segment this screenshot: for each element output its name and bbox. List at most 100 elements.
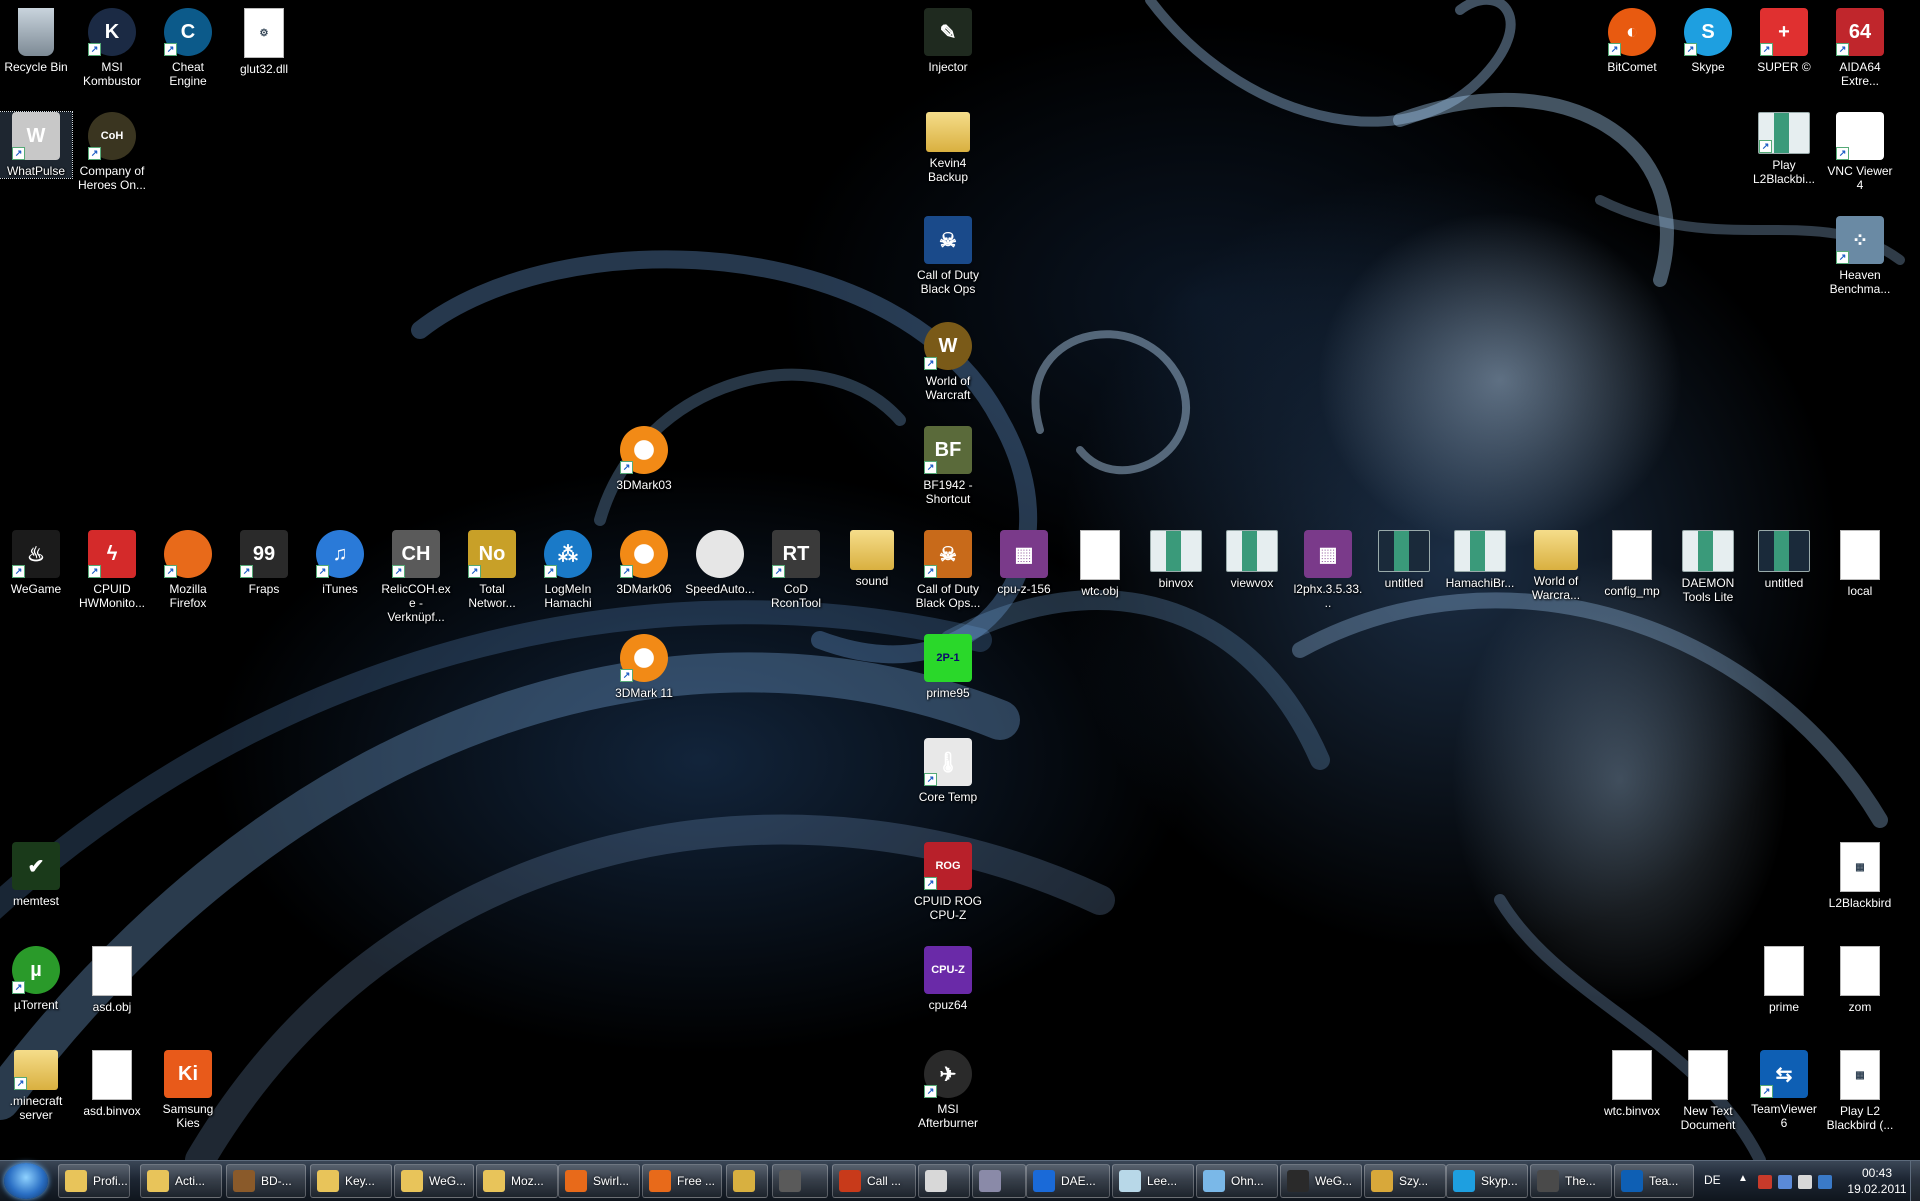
taskbar-button-label: BD-...: [261, 1174, 292, 1188]
desktop-icon-injector[interactable]: ✎ Injector: [912, 8, 984, 74]
show-desktop-button[interactable]: [1910, 1161, 1920, 1201]
desktop-icon-teamviewer[interactable]: ⇆ ↗ TeamViewer 6: [1748, 1050, 1820, 1130]
desktop-icon-aida64[interactable]: 64 ↗ AIDA64 Extre...: [1824, 8, 1896, 88]
taskbar-button-skyp[interactable]: Skyp...: [1446, 1164, 1528, 1198]
desktop-icon-super[interactable]: + ↗ SUPER ©: [1748, 8, 1820, 74]
desktop-icon-binvox[interactable]: binvox: [1140, 530, 1212, 590]
taskbar-button-free[interactable]: Free ...: [642, 1164, 722, 1198]
desktop-icon-play-l2blackbird[interactable]: ↗ Play L2Blackbi...: [1748, 112, 1820, 186]
taskbar-button-weg[interactable]: WeG...: [394, 1164, 474, 1198]
taskbar-button-calc[interactable]: [918, 1164, 970, 1198]
desktop-icon-core-temp[interactable]: 🌡 ↗ Core Temp: [912, 738, 984, 804]
desktop-icon-3dmark11[interactable]: ↗ 3DMark 11: [608, 634, 680, 700]
desktop-icon-utorrent[interactable]: µ ↗ µTorrent: [0, 946, 72, 1012]
taskbar-button-lee[interactable]: Lee...: [1112, 1164, 1194, 1198]
desktop-icon-play-l2-blackbird[interactable]: ▦ Play L2 Blackbird (...: [1824, 1050, 1896, 1132]
desktop-icon-cheat-engine[interactable]: C ↗ Cheat Engine: [152, 8, 224, 88]
network-icon[interactable]: [1778, 1175, 1792, 1189]
taskbar-button-dae[interactable]: DAE...: [1026, 1164, 1110, 1198]
desktop-icon-hamachibr[interactable]: HamachiBr...: [1444, 530, 1516, 590]
desktop-icon-wegame[interactable]: ♨ ↗ WeGame: [0, 530, 72, 596]
desktop-icon-asd-obj[interactable]: asd.obj: [76, 946, 148, 1014]
taskbar-button-key[interactable]: Key...: [310, 1164, 392, 1198]
desktop-icon-skype[interactable]: S ↗ Skype: [1672, 8, 1744, 74]
start-button[interactable]: [4, 1163, 48, 1199]
desktop-icon-speedauto[interactable]: SpeedAuto...: [684, 530, 756, 596]
desktop-icon-company-of-heroes[interactable]: CoH ↗ Company of Heroes On...: [76, 112, 148, 192]
desktop-icon-3dmark03[interactable]: ↗ 3DMark03: [608, 426, 680, 492]
desktop-icon-label: 3DMark03: [616, 478, 672, 492]
desktop-icon-untitled-1[interactable]: untitled: [1368, 530, 1440, 590]
tray-app-icon[interactable]: [1818, 1175, 1832, 1189]
taskbar-button-bd[interactable]: BD-...: [226, 1164, 306, 1198]
desktop-icon-label: iTunes: [322, 582, 358, 596]
desktop-icon-prime[interactable]: prime: [1748, 946, 1820, 1014]
desktop-icon-mozilla-firefox[interactable]: ↗ Mozilla Firefox: [152, 530, 224, 610]
desktop-icon-world-of-warcraft[interactable]: W ↗ World of Warcraft: [912, 322, 984, 402]
desktop-icon-prime95[interactable]: 2P-1 prime95: [912, 634, 984, 700]
taskbar-button-weg2[interactable]: WeG...: [1280, 1164, 1362, 1198]
firefox-icon: [649, 1170, 671, 1192]
desktop-icon-new-text-document[interactable]: New Text Document: [1672, 1050, 1744, 1132]
desktop-icon-bf1942[interactable]: BF ↗ BF1942 - Shortcut: [912, 426, 984, 506]
taskbar-button-call[interactable]: Call ...: [832, 1164, 916, 1198]
desktop-icon-local[interactable]: local: [1824, 530, 1896, 598]
desktop[interactable]: Recycle Bin K ↗ MSI Kombustor C ↗ Cheat Engine…: [0, 0, 1920, 1160]
desktop-icon-cpu-z-156[interactable]: ▦ cpu-z-156: [988, 530, 1060, 596]
desktop-icon-cod-black-ops-2[interactable]: ☠ ↗ Call of Duty Black Ops...: [912, 530, 984, 610]
desktop-icon-sound[interactable]: sound: [836, 530, 908, 588]
desktop-icon-wtc-obj[interactable]: wtc.obj: [1064, 530, 1136, 598]
taskbar-button-acti[interactable]: Acti...: [140, 1164, 222, 1198]
desktop-icon-world-of-warcra-folder[interactable]: World of Warcra...: [1520, 530, 1592, 602]
desktop-icon-l2phx[interactable]: ▦ l2phx.3.5.33...: [1292, 530, 1364, 610]
desktop-icon-whatpulse[interactable]: W ↗ WhatPulse: [0, 111, 73, 179]
desktop-icon-total-network[interactable]: No ↗ Total Networ...: [456, 530, 528, 610]
desktop-icon-label: zom: [1848, 1000, 1872, 1014]
desktop-icon-kevin4-backup[interactable]: Kevin4 Backup: [912, 112, 984, 184]
desktop-icon-itunes[interactable]: ♫ ↗ iTunes: [304, 530, 376, 596]
desktop-icon-untitled-2[interactable]: untitled: [1748, 530, 1820, 590]
desktop-icon-cpuid-rog-cpuz[interactable]: ROG ↗ CPUID ROG CPU-Z: [912, 842, 984, 922]
desktop-icon-cpuz64[interactable]: CPU-Z cpuz64: [912, 946, 984, 1012]
desktop-icon-glut32-dll[interactable]: ⚙ glut32.dll: [228, 8, 300, 76]
taskbar-button-ohn[interactable]: Ohn...: [1196, 1164, 1278, 1198]
desktop-icon-l2blackbird[interactable]: ▦ L2Blackbird: [1824, 842, 1896, 910]
language-indicator[interactable]: DE: [1704, 1173, 1721, 1187]
desktop-icon-minecraft-server[interactable]: ↗ .minecraft server: [0, 1050, 72, 1122]
desktop-icon-config-mp[interactable]: config_mp: [1596, 530, 1668, 598]
taskbar-button-tea[interactable]: Tea...: [1614, 1164, 1694, 1198]
desktop-icon-wtc-binvox[interactable]: wtc.binvox: [1596, 1050, 1668, 1118]
taskbar-button-moz[interactable]: Moz...: [476, 1164, 558, 1198]
desktop-icon-reliccoh[interactable]: CH ↗ RelicCOH.exe - Verknüpf...: [380, 530, 452, 624]
desktop-icon-fraps[interactable]: 99 ↗ Fraps: [228, 530, 300, 596]
show-hidden-icons-arrow-icon[interactable]: ▲: [1738, 1173, 1748, 1184]
desktop-icon-asd-binvox[interactable]: asd.binvox: [76, 1050, 148, 1118]
desktop-icon-msi-afterburner[interactable]: ✈ ↗ MSI Afterburner: [912, 1050, 984, 1130]
desktop-icon-cpuid-hwmonitor[interactable]: ϟ ↗ CPUID HWMonito...: [76, 530, 148, 610]
taskbar-button-szy[interactable]: Szy...: [1364, 1164, 1446, 1198]
clock[interactable]: 00:43 19.02.2011: [1842, 1165, 1912, 1197]
volume-icon[interactable]: [1798, 1175, 1812, 1189]
action-center-flag-icon[interactable]: [1758, 1175, 1772, 1189]
taskbar-button-fallout[interactable]: [726, 1164, 768, 1198]
desktop-icon-3dmark06[interactable]: ↗ 3DMark06: [608, 530, 680, 596]
desktop-icon-viewvox[interactable]: viewvox: [1216, 530, 1288, 590]
desktop-icon-zom[interactable]: zom: [1824, 946, 1896, 1014]
taskbar-button-the[interactable]: The...: [1530, 1164, 1612, 1198]
desktop-icon-cod-rcontool[interactable]: RT ↗ CoD RconTool: [760, 530, 832, 610]
desktop-icon-msi-kombustor[interactable]: K ↗ MSI Kombustor: [76, 8, 148, 88]
taskbar-button-swirl[interactable]: Swirl...: [558, 1164, 640, 1198]
taskbar-button-star[interactable]: [972, 1164, 1026, 1198]
desktop-icon-vnc-viewer[interactable]: VNC ↗ VNC Viewer 4: [1824, 112, 1896, 192]
desktop-icon-daemon-tools[interactable]: DAEMON Tools Lite: [1672, 530, 1744, 604]
folder-icon: [401, 1170, 423, 1192]
taskbar-button-wot[interactable]: [772, 1164, 828, 1198]
desktop-icon-logmein-hamachi[interactable]: ⁂ ↗ LogMeIn Hamachi: [532, 530, 604, 610]
desktop-icon-heaven-benchmark[interactable]: ⁘ ↗ Heaven Benchma...: [1824, 216, 1896, 296]
desktop-icon-memtest[interactable]: ✔ memtest: [0, 842, 72, 908]
desktop-icon-bitcomet[interactable]: ◐ ↗ BitComet: [1596, 8, 1668, 74]
desktop-icon-cod-black-ops[interactable]: ☠ Call of Duty Black Ops: [912, 216, 984, 296]
desktop-icon-recycle-bin[interactable]: Recycle Bin: [0, 8, 72, 74]
desktop-icon-samsung-kies[interactable]: Ki Samsung Kies: [152, 1050, 224, 1130]
taskbar-button-profi[interactable]: Profi...: [58, 1164, 130, 1198]
